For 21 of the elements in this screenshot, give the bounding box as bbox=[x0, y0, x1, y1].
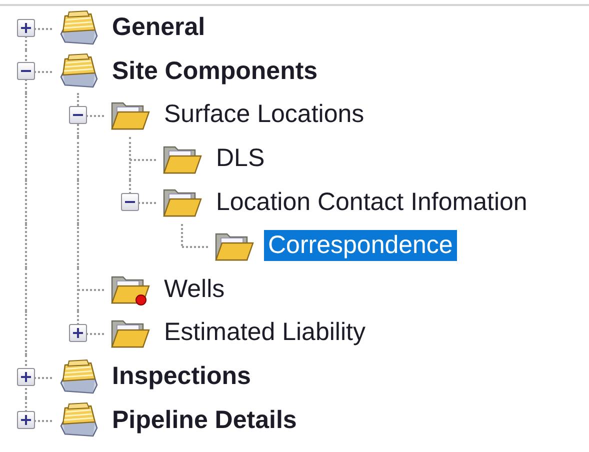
plus-icon bbox=[21, 22, 31, 33]
tree-item[interactable]: DLS bbox=[212, 143, 269, 174]
tree-item[interactable]: Inspections bbox=[108, 361, 255, 392]
expand-toggle[interactable] bbox=[17, 411, 35, 430]
tree-item[interactable]: Wells bbox=[160, 274, 229, 305]
expand-toggle[interactable] bbox=[69, 324, 87, 342]
tree-item[interactable]: Surface Locations bbox=[160, 99, 368, 130]
plus-icon bbox=[73, 328, 83, 338]
tree-item[interactable]: Site Components bbox=[108, 56, 322, 87]
expand-toggle[interactable] bbox=[17, 18, 35, 37]
plus-icon bbox=[21, 372, 31, 382]
tree-item[interactable]: General bbox=[108, 12, 210, 44]
tree-item[interactable]: Estimated Liability bbox=[160, 317, 370, 348]
plus-icon bbox=[21, 415, 31, 426]
expand-toggle[interactable] bbox=[17, 62, 35, 80]
expand-toggle[interactable] bbox=[121, 193, 139, 212]
tree-item[interactable]: Pipeline Details bbox=[108, 404, 301, 436]
expand-toggle[interactable] bbox=[69, 106, 87, 124]
tree-item[interactable]: Correspondence bbox=[264, 230, 457, 262]
expand-toggle[interactable] bbox=[17, 368, 35, 386]
tree-item[interactable]: Location Contact Infomation bbox=[212, 186, 532, 218]
